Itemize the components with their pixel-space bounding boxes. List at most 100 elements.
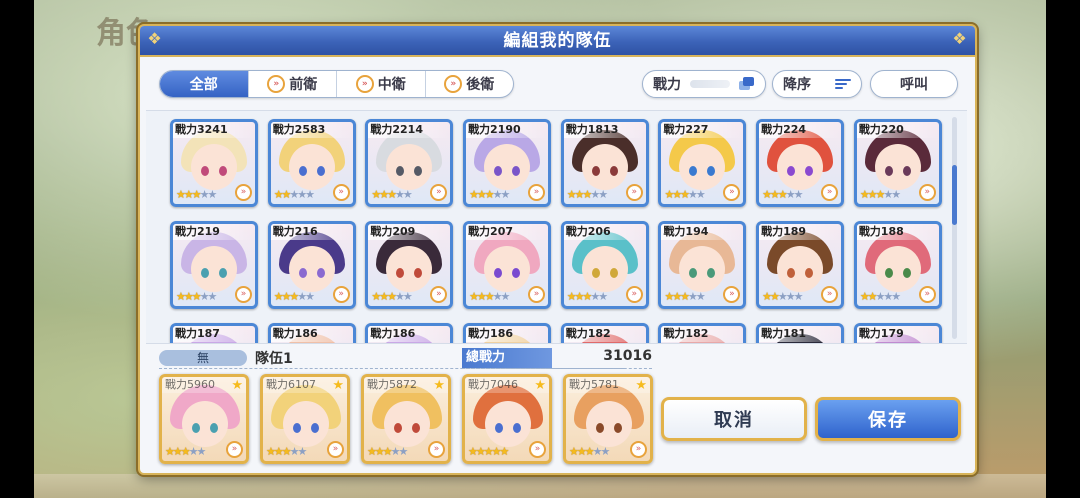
character-card[interactable]: 戰力2190 ★★★★★ »: [463, 119, 552, 207]
portrait-face: [874, 144, 921, 190]
sort-key-fade: [690, 80, 730, 88]
position-icon: »: [529, 441, 546, 458]
portrait-face: [386, 246, 433, 292]
portrait-eye: [902, 268, 911, 278]
character-power: 戰力224: [759, 122, 842, 138]
middle-position-icon: »: [355, 75, 374, 93]
character-card[interactable]: 戰力219 ★★★★★ »: [170, 221, 258, 309]
tab-middle-label: 中衛: [377, 77, 406, 93]
rarity-stars: ★★★★★: [176, 188, 217, 201]
character-card[interactable]: 戰力188 ★★★★★ »: [853, 221, 942, 309]
team-edit-dialog: ❖ 編組我的隊伍 ❖ 全部 » 前衛 » 中衛 » 後衛 戰力 降序 呼叫 戰力…: [138, 24, 977, 475]
character-card[interactable]: 戰力2583 ★★★★★ »: [267, 119, 356, 207]
character-power: 戰力2214: [368, 122, 451, 138]
dialog-header: ❖ 編組我的隊伍 ❖: [140, 26, 975, 57]
team-name[interactable]: 隊伍1: [255, 348, 293, 368]
character-card[interactable]: 戰力186★★★★★»: [365, 323, 454, 343]
rarity-stars: ★★★★★: [367, 445, 408, 458]
portrait-eye: [394, 423, 402, 433]
sort-descending-icon: [835, 79, 851, 89]
sort-key-button[interactable]: 戰力: [642, 70, 766, 98]
cancel-button[interactable]: 取消: [661, 397, 807, 441]
letterbox-right: [1046, 0, 1080, 498]
character-card[interactable]: 戰力182★★★★★»: [658, 323, 747, 343]
letterbox-left: [0, 0, 34, 498]
character-card[interactable]: 戰力220 ★★★★★ »: [853, 119, 942, 207]
character-list[interactable]: 戰力3241 ★★★★★» 戰力2583 ★★★★★» 戰力2214 ★★★★★» 戰力21…: [146, 110, 967, 344]
portrait-eye: [884, 166, 893, 176]
character-card[interactable]: 戰力206 ★★★★★ »: [560, 221, 649, 309]
scrollbar-thumb[interactable]: [952, 165, 957, 225]
character-card[interactable]: 戰力186★★★★★»: [463, 323, 552, 343]
tab-back-label: 後衛: [466, 77, 495, 93]
position-icon: »: [327, 441, 344, 458]
character-card[interactable]: 戰力216 ★★★★★ »: [267, 221, 356, 309]
character-card[interactable]: 戰力181★★★★★»: [756, 323, 845, 343]
portrait-face: [386, 144, 433, 190]
character-card[interactable]: 戰力207 ★★★★★ »: [463, 221, 552, 309]
save-button[interactable]: 保存: [815, 397, 961, 441]
character-power: 戰力194: [661, 224, 744, 240]
tab-all[interactable]: 全部: [160, 71, 248, 97]
character-power: 戰力216: [270, 224, 353, 240]
tab-back[interactable]: » 後衛: [424, 71, 514, 97]
rarity-stars: ★★★★★: [273, 188, 315, 201]
rarity-stars: ★★★★★: [762, 188, 803, 201]
portrait-eye: [902, 166, 911, 176]
character-power: 戰力186: [270, 326, 353, 342]
character-power: 戰力189: [759, 224, 842, 240]
star-icon: ★: [433, 378, 445, 393]
team-member-slot[interactable]: 戰力5960 ★ ★★★★★»: [159, 374, 249, 464]
character-card[interactable]: 戰力187★★★★★»: [170, 323, 258, 343]
character-card[interactable]: 戰力224 ★★★★★ »: [756, 119, 845, 207]
character-power: 戰力181: [759, 326, 842, 342]
character-card[interactable]: 戰力209 ★★★★★ »: [365, 221, 454, 309]
character-card[interactable]: 戰力2214 ★★★★★ »: [365, 119, 454, 207]
rarity-stars: ★★★★★: [859, 188, 901, 201]
character-card[interactable]: 戰力186★★★★★»: [267, 323, 356, 343]
star-icon: ★: [231, 378, 243, 393]
team-member-slot[interactable]: 戰力5781 ★ ★★★★★»: [563, 374, 653, 464]
team-member-slot[interactable]: 戰力6107 ★ ★★★★★»: [260, 374, 350, 464]
character-card[interactable]: 戰力189 ★★★★★ »: [756, 221, 845, 309]
rarity-stars: ★★★★★: [273, 290, 315, 303]
sort-order-label: 降序: [783, 77, 811, 93]
portrait-eye: [495, 423, 503, 433]
character-power: 戰力182: [563, 326, 646, 342]
portrait-eye: [201, 166, 209, 176]
front-position-icon: »: [267, 75, 286, 93]
character-list-scrollbar[interactable]: [952, 117, 957, 339]
position-icon: »: [630, 441, 647, 458]
sort-order-button[interactable]: 降序: [772, 70, 862, 98]
rarity-stars: ★★★★★: [762, 290, 803, 303]
character-power: 戰力2583: [270, 122, 353, 138]
team-member-slot[interactable]: 戰力5872 ★ ★★★★★»: [361, 374, 451, 464]
call-button[interactable]: 呼叫: [870, 70, 958, 98]
tab-front[interactable]: » 前衛: [247, 71, 337, 97]
portrait-eye: [596, 423, 604, 433]
portrait-eye: [884, 268, 893, 278]
portrait-eye: [293, 423, 301, 433]
character-card[interactable]: 戰力1813 ★★★★★ »: [560, 119, 649, 207]
position-icon: »: [528, 286, 546, 303]
team-member-slot[interactable]: 戰力7046 ★ ★★★★★»: [462, 374, 552, 464]
total-power-underline: [462, 368, 652, 369]
tab-middle[interactable]: » 中衛: [336, 71, 425, 97]
rarity-stars: ★★★★★: [165, 445, 206, 458]
total-power-value: 31016: [603, 348, 652, 364]
character-card[interactable]: 戰力182★★★★★»: [560, 323, 649, 343]
character-card[interactable]: 戰力179★★★★★»: [853, 323, 942, 343]
character-card[interactable]: 戰力3241 ★★★★★ »: [170, 119, 258, 207]
portrait-eye: [201, 268, 209, 278]
portrait-eye: [412, 423, 420, 433]
character-card[interactable]: 戰力227 ★★★★★ »: [658, 119, 747, 207]
display-toggle-icon: [739, 77, 755, 91]
character-power: 戰力186: [466, 326, 549, 342]
position-icon: »: [821, 184, 839, 201]
portrait-face: [384, 401, 430, 447]
character-card[interactable]: 戰力194 ★★★★★ »: [658, 221, 747, 309]
tab-all-label: 全部: [189, 77, 218, 93]
position-icon: »: [430, 184, 448, 201]
portrait-face: [485, 401, 531, 447]
star-icon: ★: [332, 378, 344, 393]
